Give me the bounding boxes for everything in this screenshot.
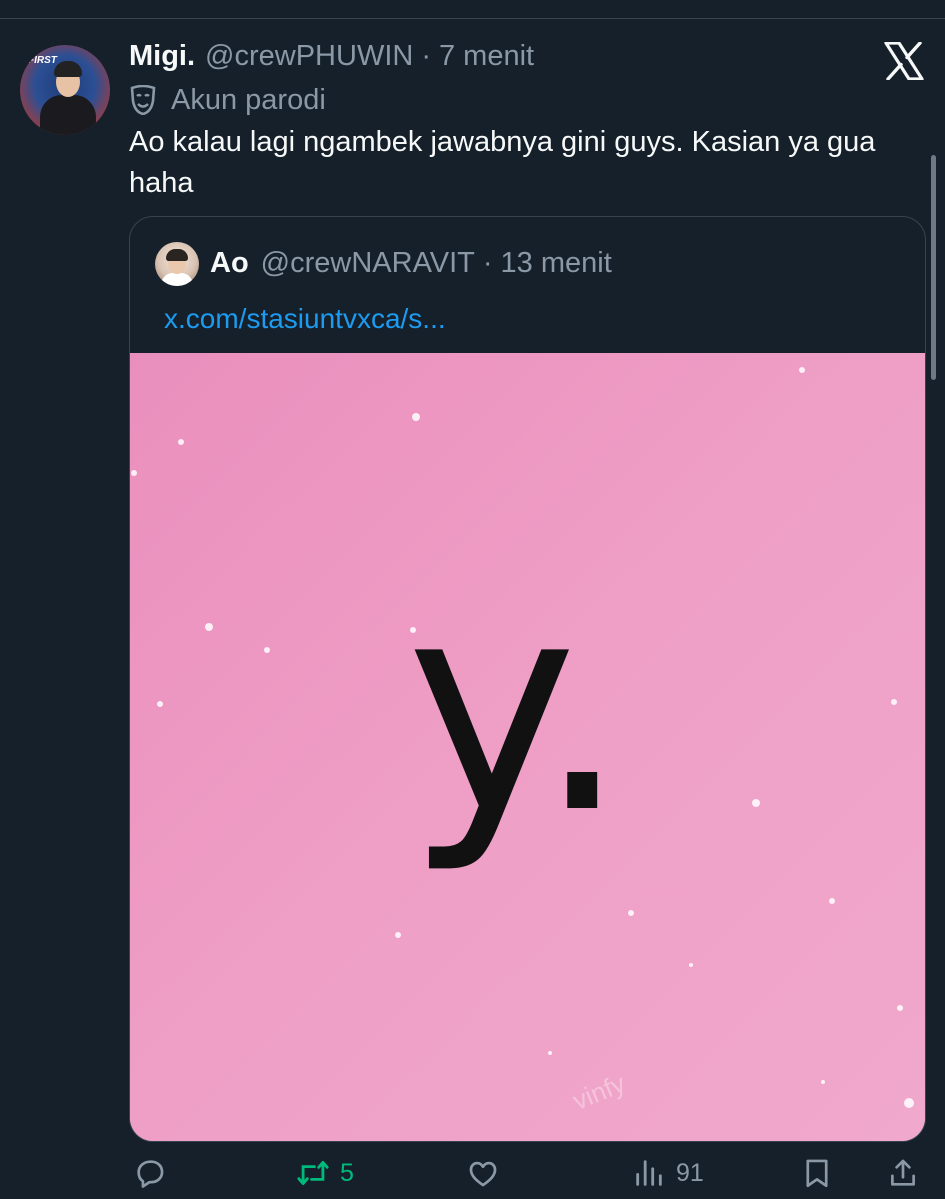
action-bar: 5 91: [0, 1148, 945, 1199]
parody-label-text: Akun parodi: [171, 83, 326, 116]
like-icon: [469, 1161, 497, 1187]
avatar-person-hair: [54, 61, 82, 77]
quoted-time[interactable]: 13 menit: [501, 247, 612, 280]
parody-mask-icon: [130, 85, 156, 115]
media-main-text: y.: [406, 540, 628, 877]
tweet-header: Migi. @crewPHUWIN · 7 menit: [129, 40, 534, 80]
media-artwork: vinfy y.: [130, 353, 925, 1141]
author-avatar[interactable]: FIRST: [20, 45, 110, 135]
bookmark-button[interactable]: [800, 1156, 834, 1190]
avatar-person-body: [40, 95, 96, 135]
quoted-link[interactable]: x.com/stasiuntvxca/s...: [164, 303, 446, 335]
quoted-separator: ·: [482, 247, 493, 279]
avatar-overlay-text: FIRST: [28, 55, 57, 66]
reply-button[interactable]: [133, 1156, 177, 1190]
quoted-author-avatar[interactable]: [155, 242, 199, 286]
parody-label: Akun parodi: [129, 82, 326, 118]
views-count: 91: [676, 1158, 704, 1187]
tweet-text: Ao kalau lagi ngambek jawabnya gini guys…: [129, 126, 876, 199]
share-icon: [891, 1159, 915, 1186]
header-separator: ·: [421, 40, 431, 72]
quoted-tweet[interactable]: Ao @crewNARAVIT · 13 menit x.com/stasiun…: [129, 216, 926, 1142]
reply-icon: [137, 1160, 164, 1188]
top-divider: [0, 18, 945, 19]
quoted-avatar-hair: [166, 249, 188, 261]
views-button[interactable]: 91: [632, 1156, 704, 1190]
share-button[interactable]: [886, 1156, 920, 1190]
author-display-name[interactable]: Migi.: [129, 40, 195, 73]
retweet-button[interactable]: 5: [296, 1156, 354, 1190]
like-button[interactable]: [466, 1156, 510, 1190]
views-icon: [636, 1160, 662, 1186]
quoted-header: Ao @crewNARAVIT · 13 menit: [210, 247, 612, 280]
retweet-count: 5: [340, 1158, 354, 1187]
retweet-icon: [297, 1160, 329, 1186]
x-logo-icon[interactable]: [884, 42, 924, 80]
quoted-media-image[interactable]: vinfy y.: [130, 353, 925, 1141]
quoted-handle[interactable]: @crewNARAVIT: [261, 247, 475, 280]
scrollbar[interactable]: [931, 155, 936, 380]
bookmark-icon: [806, 1159, 828, 1188]
quoted-display-name[interactable]: Ao: [210, 247, 249, 280]
author-handle[interactable]: @crewPHUWIN: [205, 40, 413, 73]
tweet-time[interactable]: 7 menit: [439, 40, 534, 73]
quoted-avatar-body: [161, 273, 193, 286]
